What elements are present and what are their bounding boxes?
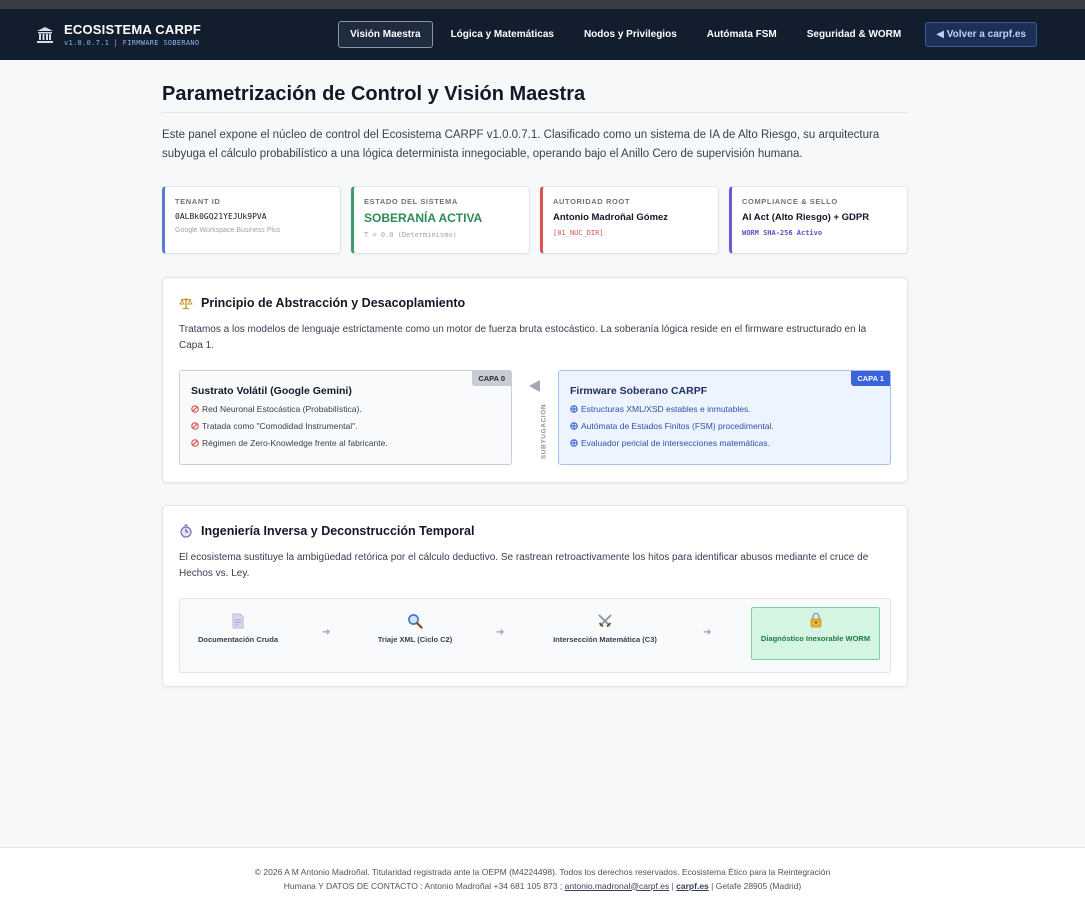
flow-step-raw-documentation: Documentación Cruda	[188, 609, 288, 661]
prohibited-icon	[191, 405, 199, 413]
nav-tab-nodos-privilegios[interactable]: Nodos y Privilegios	[572, 21, 689, 48]
panel-title: Principio de Abstracción y Desacoplamien…	[179, 296, 891, 310]
panel-title-text: Ingeniería Inversa y Deconstrucción Temp…	[201, 524, 475, 538]
system-state-sub: T = 0.0 (Determinismo)	[364, 231, 457, 239]
page-title: Parametrización de Control y Visión Maes…	[162, 83, 908, 113]
top-navigation: ECOSISTEMA CARPF v1.0.0.7.1 | FIRMWARE S…	[0, 9, 1085, 60]
layer-0-item: Tratada como "Comodidad Instrumental".	[191, 421, 500, 431]
crosshair-icon	[570, 439, 578, 447]
flow-step-label: Intersección Matemática (C3)	[553, 635, 657, 644]
nav-tab-vision-maestra[interactable]: Visión Maestra	[338, 21, 433, 48]
magnifier-icon	[408, 614, 423, 629]
layer-1-item-text: Evaluador pericial de intersecciones mat…	[581, 438, 770, 448]
card-label: ESTADO DEL SISTEMA	[364, 197, 458, 206]
nav-tab-automata-fsm[interactable]: Autómata FSM	[695, 21, 789, 48]
card-system-state: ESTADO DEL SISTEMA SOBERANÍA ACTIVA T = …	[351, 186, 530, 254]
layer-0-item-text: Régimen de Zero-Knowledge frente al fabr…	[202, 438, 388, 448]
brand-title: ECOSISTEMA CARPF	[64, 22, 202, 37]
left-arrow-icon	[529, 380, 540, 392]
system-state-value: SOBERANÍA ACTIVA	[364, 211, 483, 225]
card-label: AUTORIDAD ROOT	[553, 197, 631, 206]
subjugation-label: SUBYUGACIÓN	[540, 403, 548, 460]
brand[interactable]: ECOSISTEMA CARPF v1.0.0.7.1 | FIRMWARE S…	[36, 22, 201, 47]
layer-1-item: Autómata de Estados Finitos (FSM) proced…	[570, 421, 879, 431]
window-top-strip	[0, 0, 1085, 9]
nav-tab-logica-matematicas[interactable]: Lógica y Matemáticas	[439, 21, 566, 48]
panel-description: Tratamos a los modelos de lenguaje estri…	[179, 324, 867, 351]
flow-step-label: Documentación Cruda	[197, 635, 278, 644]
crossed-swords-icon	[598, 614, 612, 628]
layer-1-item-text: Estructuras XML/XSD estables e inmutable…	[581, 404, 751, 414]
back-to-carpf-button[interactable]: ◀ Volver a carpf.es	[925, 22, 1037, 47]
flow-step-worm-diagnosis: Diagnóstico Inexorable WORM	[751, 607, 880, 660]
subjugation-connector: SUBYUGACIÓN	[512, 370, 558, 465]
page-footer: © 2026 A M Antonio Madroñal. Titularidad…	[0, 847, 1085, 917]
stopwatch-icon	[180, 524, 192, 538]
page-intro: Este panel expone el núcleo de control d…	[162, 129, 880, 160]
layer-1-item-text: Autómata de Estados Finitos (FSM) proced…	[581, 421, 774, 431]
layer-diagram: CAPA 0 Sustrato Volátil (Google Gemini) …	[179, 370, 891, 465]
footer-email-link[interactable]: antonio.madronal@carpf.es	[565, 881, 670, 891]
worm-seal-status: WORM SHA-256 Activo	[742, 229, 823, 237]
footer-text: © 2026 A M Antonio Madroñal. Titularidad…	[248, 866, 838, 893]
balance-scale-icon	[179, 298, 193, 310]
flow-step-label: Diagnóstico Inexorable WORM	[760, 634, 871, 643]
tenant-id-value: 0ALBk0GQ21YEJUk9PVA	[175, 212, 267, 221]
card-compliance: COMPLIANCE & SELLO AI Act (Alto Riesgo) …	[729, 186, 908, 254]
tenant-plan: Google Workspace Business Plus	[175, 227, 281, 234]
layer-1-item: Evaluador pericial de intersecciones mat…	[570, 438, 879, 448]
panel-abstraction: Principio de Abstracción y Desacoplamien…	[162, 277, 908, 483]
nav-tab-seguridad-worm[interactable]: Seguridad & WORM	[795, 21, 913, 48]
card-tenant-id: TENANT ID 0ALBk0GQ21YEJUk9PVA Google Wor…	[162, 186, 341, 254]
bank-building-icon	[37, 26, 53, 43]
card-root-authority: AUTORIDAD ROOT Antonio Madroñal Gómez [0…	[540, 186, 719, 254]
footer-location: | Getafe 28905 (Madrid)	[708, 880, 802, 891]
status-cards: TENANT ID 0ALBk0GQ21YEJUk9PVA Google Wor…	[162, 186, 908, 254]
root-authority-code: [01_NUC_DIR]	[553, 229, 604, 237]
footer-site-link[interactable]: carpf.es	[676, 881, 709, 891]
layer-0-title: Sustrato Volátil (Google Gemini)	[191, 385, 352, 397]
layer-1-box: CAPA 1 Firmware Soberano CARPF Estructur…	[558, 370, 891, 465]
layer-1-title: Firmware Soberano CARPF	[570, 385, 708, 397]
panel-title-text: Principio de Abstracción y Desacoplamien…	[201, 296, 466, 310]
panel-description: El ecosistema sustituye la ambigüedad re…	[179, 552, 869, 579]
flow-step-math-intersection: Intersección Matemática (C3)	[542, 609, 668, 661]
compliance-value: AI Act (Alto Riesgo) + GDPR	[742, 212, 870, 223]
layer-0-item: Régimen de Zero-Knowledge frente al fabr…	[191, 438, 500, 448]
process-flow: Documentación Cruda ➔ Triaje XML (Ciclo …	[179, 598, 891, 673]
nav-links: Visión Maestra Lógica y Matemáticas Nodo…	[332, 21, 1037, 48]
panel-reverse-engineering: Ingeniería Inversa y Deconstrucción Temp…	[162, 505, 908, 687]
right-arrow-icon: ➔	[703, 627, 712, 638]
layer-0-item-text: Tratada como "Comodidad Instrumental".	[202, 421, 358, 431]
crosshair-icon	[570, 405, 578, 413]
main-content: Parametrización de Control y Visión Maes…	[162, 60, 908, 687]
layer-0-item-text: Red Neuronal Estocástica (Probabilística…	[202, 404, 362, 414]
root-authority-value: Antonio Madroñal Gómez	[553, 212, 669, 223]
card-label: COMPLIANCE & SELLO	[742, 197, 838, 206]
card-label: TENANT ID	[175, 197, 221, 206]
right-arrow-icon: ➔	[496, 627, 505, 638]
lock-icon	[810, 612, 821, 628]
flow-step-xml-triage: Triaje XML (Ciclo C2)	[360, 609, 470, 661]
layer-1-item: Estructuras XML/XSD estables e inmutable…	[570, 404, 879, 414]
layer-1-badge: CAPA 1	[851, 371, 890, 386]
layer-0-item: Red Neuronal Estocástica (Probabilística…	[191, 404, 500, 414]
right-arrow-icon: ➔	[322, 627, 331, 638]
prohibited-icon	[191, 439, 199, 447]
flow-step-label: Triaje XML (Ciclo C2)	[377, 635, 453, 644]
layer-0-badge: CAPA 0	[472, 371, 511, 386]
crosshair-icon	[570, 422, 578, 430]
brand-version: v1.0.0.7.1 | FIRMWARE SOBERANO	[64, 39, 200, 47]
layer-0-box: CAPA 0 Sustrato Volátil (Google Gemini) …	[179, 370, 512, 465]
prohibited-icon	[191, 422, 199, 430]
document-icon	[232, 613, 244, 629]
panel-title: Ingeniería Inversa y Deconstrucción Temp…	[179, 524, 891, 538]
